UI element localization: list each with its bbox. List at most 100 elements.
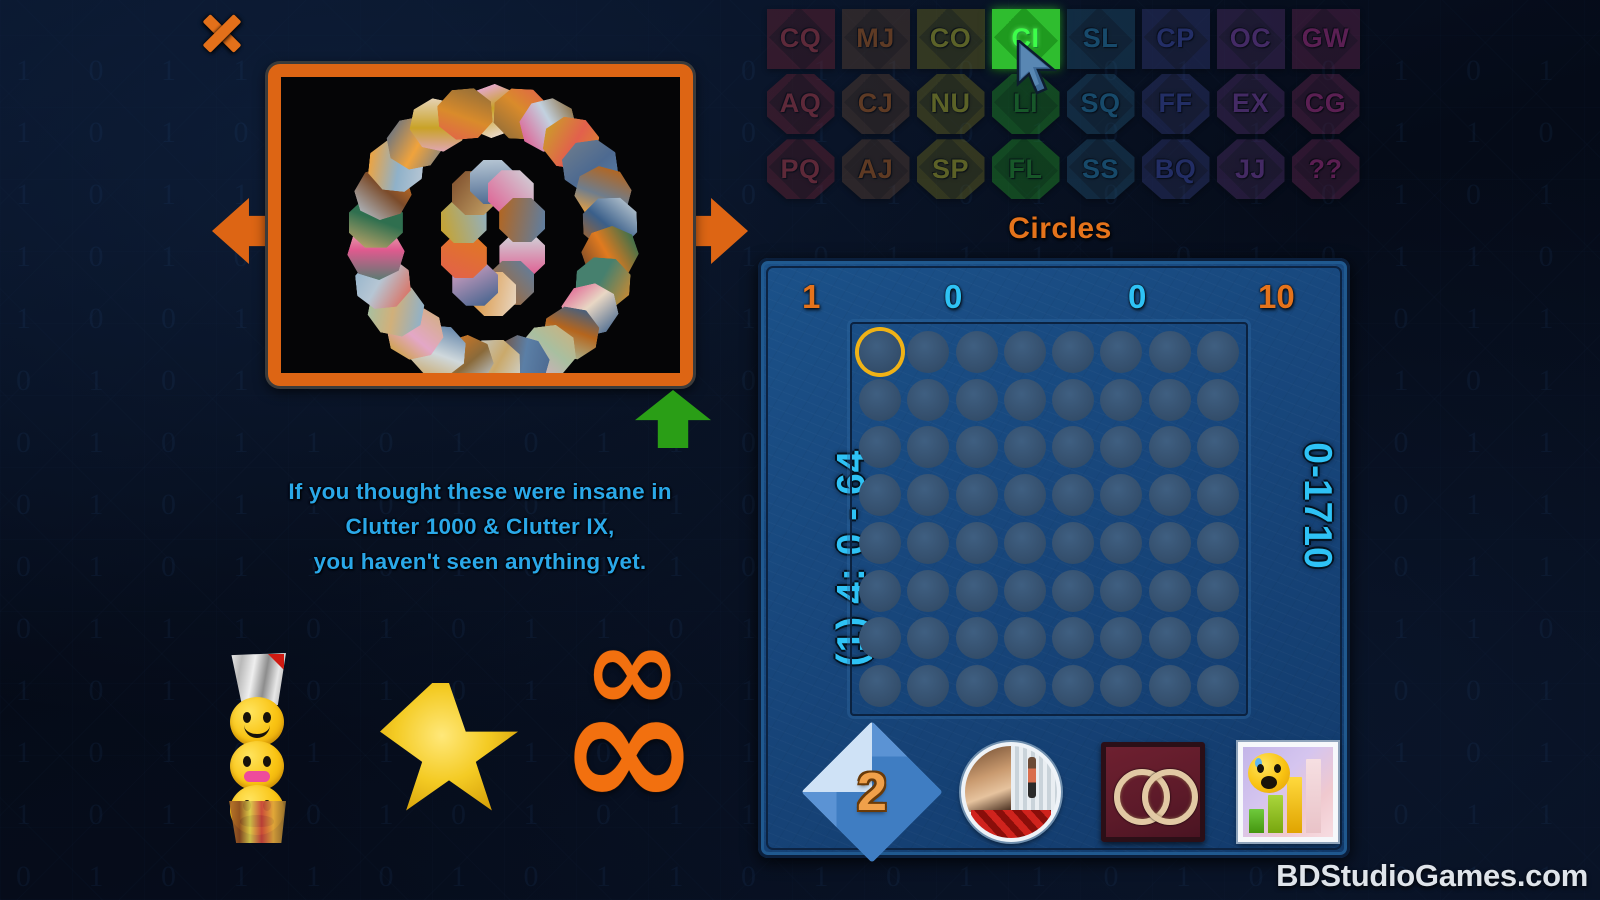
board-cell-r3-c0[interactable] (856, 471, 904, 519)
board-cell-r1-c5[interactable] (1097, 376, 1145, 424)
level-badge-button[interactable]: 2 (801, 721, 943, 863)
board-cell-r2-c6[interactable] (1146, 424, 1194, 472)
rings-button[interactable] (1101, 742, 1205, 842)
puzzle-tile-aq[interactable]: AQ (763, 71, 838, 136)
board-cell-r5-c6[interactable] (1146, 567, 1194, 615)
board-cell-r2-c2[interactable] (953, 424, 1001, 472)
puzzle-tile-q?[interactable]: ?? (1288, 137, 1363, 202)
board-cell-r3-c2[interactable] (953, 471, 1001, 519)
board-cell-r3-c1[interactable] (904, 471, 952, 519)
board-cell-r0-c5[interactable] (1097, 328, 1145, 376)
puzzle-tile-cg[interactable]: CG (1288, 71, 1363, 136)
board-cell-r4-c0[interactable] (856, 519, 904, 567)
puzzle-tile-ex[interactable]: EX (1213, 71, 1288, 136)
puzzle-tile-sl[interactable]: SL (1063, 6, 1138, 71)
puzzle-tile-bq[interactable]: BQ (1138, 137, 1213, 202)
puzzle-tile-cq[interactable]: CQ (763, 6, 838, 71)
puzzle-tile-co[interactable]: CO (913, 6, 988, 71)
puzzle-tile-ss[interactable]: SS (1063, 137, 1138, 202)
board-cell-r6-c7[interactable] (1194, 615, 1242, 663)
board-cell-r6-c4[interactable] (1049, 615, 1097, 663)
puzzle-tile-ci[interactable]: CI (988, 6, 1063, 71)
board-cell-r4-c2[interactable] (953, 519, 1001, 567)
photo-preview-button[interactable] (961, 742, 1061, 842)
board-cell-r0-c1[interactable] (904, 328, 952, 376)
board-cell-r1-c6[interactable] (1146, 376, 1194, 424)
board-cell-r7-c0[interactable] (856, 662, 904, 710)
board-cell-r1-c0[interactable] (856, 376, 904, 424)
stats-button[interactable] (1238, 742, 1338, 842)
board-cell-r4-c4[interactable] (1049, 519, 1097, 567)
puzzle-tile-ff[interactable]: FF (1138, 71, 1213, 136)
board-cell-r5-c4[interactable] (1049, 567, 1097, 615)
board-cell-r5-c2[interactable] (953, 567, 1001, 615)
puzzle-tile-cp[interactable]: CP (1138, 6, 1213, 71)
board-cell-r6-c1[interactable] (904, 615, 952, 663)
board-cell-r3-c4[interactable] (1049, 471, 1097, 519)
board-cell-r4-c6[interactable] (1146, 519, 1194, 567)
puzzle-tile-li[interactable]: LI (988, 71, 1063, 136)
board-cell-r3-c7[interactable] (1194, 471, 1242, 519)
board-cell-r6-c3[interactable] (1001, 615, 1049, 663)
board-cell-r6-c6[interactable] (1146, 615, 1194, 663)
board-cell-r7-c4[interactable] (1049, 662, 1097, 710)
board-cell-r5-c1[interactable] (904, 567, 952, 615)
chart-bar-4 (1306, 759, 1321, 833)
puzzle-tile-gw[interactable]: GW (1288, 6, 1363, 71)
board-cell-r7-c5[interactable] (1097, 662, 1145, 710)
board-cell-r4-c1[interactable] (904, 519, 952, 567)
board-cell-r0-c0[interactable] (856, 328, 904, 376)
close-button[interactable] (199, 11, 245, 55)
board-cell-r4-c3[interactable] (1001, 519, 1049, 567)
board-cell-r5-c7[interactable] (1194, 567, 1242, 615)
board-cell-r6-c0[interactable] (856, 615, 904, 663)
puzzle-tile-nu[interactable]: NU (913, 71, 988, 136)
board-cell-r2-c5[interactable] (1097, 424, 1145, 472)
preview-image-frame[interactable] (268, 64, 693, 386)
puzzle-tile-fl[interactable]: FL (988, 137, 1063, 202)
board-cell-r5-c0[interactable] (856, 567, 904, 615)
board-cell-r1-c4[interactable] (1049, 376, 1097, 424)
board-cell-r2-c4[interactable] (1049, 424, 1097, 472)
circle-grid[interactable] (856, 328, 1242, 710)
board-cell-r0-c2[interactable] (953, 328, 1001, 376)
puzzle-tile-cj[interactable]: CJ (838, 71, 913, 136)
board-cell-r7-c3[interactable] (1001, 662, 1049, 710)
board-cell-r0-c6[interactable] (1146, 328, 1194, 376)
board-cell-r1-c7[interactable] (1194, 376, 1242, 424)
select-puzzle-arrow[interactable] (635, 390, 711, 448)
board-cell-r2-c3[interactable] (1001, 424, 1049, 472)
board-cell-r0-c4[interactable] (1049, 328, 1097, 376)
puzzle-tile-mj[interactable]: MJ (838, 6, 913, 71)
board-cell-r4-c5[interactable] (1097, 519, 1145, 567)
board-cell-r0-c7[interactable] (1194, 328, 1242, 376)
board-cell-r0-c3[interactable] (1001, 328, 1049, 376)
board-cell-r3-c5[interactable] (1097, 471, 1145, 519)
board-cell-r2-c7[interactable] (1194, 424, 1242, 472)
puzzle-tile-sp[interactable]: SP (913, 137, 988, 202)
board-cell-r2-c0[interactable] (856, 424, 904, 472)
board-cell-r5-c3[interactable] (1001, 567, 1049, 615)
board-cell-r6-c5[interactable] (1097, 615, 1145, 663)
board-cell-r1-c1[interactable] (904, 376, 952, 424)
board-cell-r2-c1[interactable] (904, 424, 952, 472)
puzzle-tile-sq[interactable]: SQ (1063, 71, 1138, 136)
board-cell-r5-c5[interactable] (1097, 567, 1145, 615)
puzzle-tile-pq[interactable]: PQ (763, 137, 838, 202)
cell-circle-icon (1100, 330, 1143, 373)
board-cell-r3-c6[interactable] (1146, 471, 1194, 519)
board-cell-r7-c2[interactable] (953, 662, 1001, 710)
puzzle-tile-grid[interactable]: CQ MJ CO CI SL CP OC GW AQ CJ NU LI SQ FF EX CG PQ AJ SP FL… (763, 6, 1363, 202)
tile-label: JJ (1234, 153, 1267, 184)
puzzle-tile-oc[interactable]: OC (1213, 6, 1288, 71)
board-cell-r4-c7[interactable] (1194, 519, 1242, 567)
puzzle-tile-aj[interactable]: AJ (838, 137, 913, 202)
board-cell-r1-c3[interactable] (1001, 376, 1049, 424)
puzzle-tile-jj[interactable]: JJ (1213, 137, 1288, 202)
board-cell-r7-c6[interactable] (1146, 662, 1194, 710)
board-cell-r7-c1[interactable] (904, 662, 952, 710)
board-cell-r3-c3[interactable] (1001, 471, 1049, 519)
board-cell-r7-c7[interactable] (1194, 662, 1242, 710)
board-cell-r1-c2[interactable] (953, 376, 1001, 424)
board-cell-r6-c2[interactable] (953, 615, 1001, 663)
